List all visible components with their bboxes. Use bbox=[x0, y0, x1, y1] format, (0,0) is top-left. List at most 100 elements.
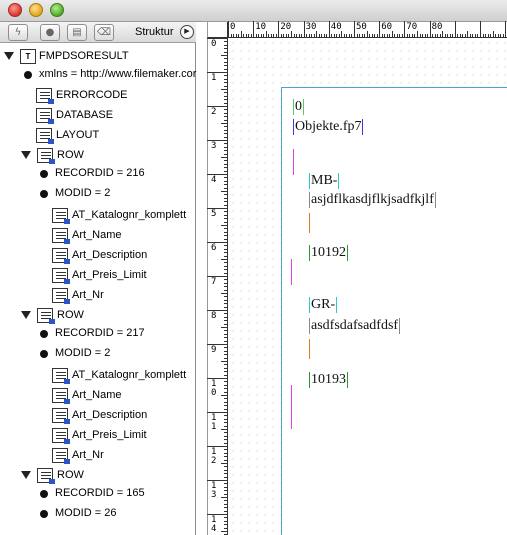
tree-node-xmlns-http-www-filemaker-cor-1[interactable]: xmlns = http://www.filemaker.cor bbox=[0, 67, 196, 83]
ruler-tick bbox=[224, 221, 227, 223]
tag-marker bbox=[291, 259, 292, 285]
ruler-tick bbox=[224, 112, 227, 114]
ruler-tick bbox=[224, 459, 227, 461]
ruler-tick bbox=[434, 34, 436, 37]
tree-node-art-description-18[interactable]: Art_Description bbox=[0, 408, 196, 424]
ruler-tick bbox=[224, 235, 227, 237]
tree-node-art-name-9[interactable]: Art_Name bbox=[0, 228, 196, 244]
ruler-label: 5 bbox=[211, 209, 217, 219]
disclosure-triangle-icon[interactable] bbox=[4, 52, 14, 60]
ruler-tick bbox=[221, 191, 227, 192]
ruler-tick bbox=[268, 34, 270, 37]
tree-node-at-katalognr-komplett-16[interactable]: AT_Katalognr_komplett bbox=[0, 368, 196, 384]
tree-node-modid-26-23[interactable]: MODID = 26 bbox=[0, 506, 196, 522]
layout-canvas[interactable]: 0 Objekte.fp7 MB-asjdflkasdjflkjsadfkjlf 10… bbox=[229, 39, 507, 535]
tree-node-art-preis-limit-11[interactable]: Art_Preis_Limit bbox=[0, 268, 196, 284]
ruler-tick bbox=[240, 31, 242, 37]
ruler-tick bbox=[411, 34, 413, 37]
ruler-tick bbox=[243, 34, 245, 37]
disclosure-triangle-icon[interactable] bbox=[21, 311, 31, 319]
ruler-tick bbox=[485, 34, 487, 37]
new-node-icon[interactable]: ▤ bbox=[67, 24, 87, 41]
disclosure-triangle-icon[interactable] bbox=[21, 151, 31, 159]
panel-menu-button[interactable]: ▶ bbox=[180, 25, 194, 39]
ruler-label: 8 bbox=[211, 311, 217, 321]
ruler-tick bbox=[224, 82, 227, 84]
tree-node-row-5[interactable]: ROW bbox=[0, 148, 196, 164]
ruler-label: 9 bbox=[211, 345, 217, 355]
zoom-window-button[interactable] bbox=[50, 3, 64, 17]
ruler-tick bbox=[429, 21, 431, 37]
document-text-line[interactable]: asjdflkasdjflkjsadfkjlf bbox=[309, 192, 436, 208]
document-text-line[interactable]: asdfsdafsadfdsf bbox=[309, 318, 401, 334]
document-text-line[interactable]: 10193 bbox=[309, 372, 348, 388]
xml-element-icon bbox=[52, 228, 70, 244]
tree-node-recordid-165-22[interactable]: RECORDID = 165 bbox=[0, 486, 196, 502]
record-icon[interactable]: ● bbox=[40, 24, 60, 41]
ruler-tick bbox=[224, 313, 227, 315]
document-text-line[interactable]: 10192 bbox=[309, 245, 348, 261]
tree-node-modid-2-7[interactable]: MODID = 2 bbox=[0, 186, 196, 202]
tree-node-at-katalognr-komplett-8[interactable]: AT_Katalognr_komplett bbox=[0, 208, 196, 224]
tree-node-layout-4[interactable]: LAYOUT bbox=[0, 128, 196, 144]
tree-node-art-nr-12[interactable]: Art_Nr bbox=[0, 288, 196, 304]
ruler-tick bbox=[224, 133, 227, 135]
ruler-tick bbox=[224, 95, 227, 97]
tree-node-art-description-10[interactable]: Art_Description bbox=[0, 248, 196, 264]
ruler-tick bbox=[224, 388, 227, 390]
ruler-tick bbox=[224, 401, 227, 403]
document-text-line[interactable]: MB- bbox=[309, 173, 340, 189]
ruler-tick bbox=[207, 208, 227, 209]
trash-icon[interactable]: ⌫ bbox=[94, 24, 114, 41]
ruler-tick bbox=[224, 41, 227, 43]
tree-node-art-nr-20[interactable]: Art_Nr bbox=[0, 448, 196, 464]
minimize-window-button[interactable] bbox=[29, 3, 43, 17]
tree-node-row-13[interactable]: ROW bbox=[0, 308, 196, 324]
ruler-tick bbox=[224, 435, 227, 437]
tree-node-modid-2-15[interactable]: MODID = 2 bbox=[0, 346, 196, 362]
ruler-tick bbox=[207, 310, 227, 311]
ruler-tick bbox=[224, 68, 227, 70]
tree-node-row-21[interactable]: ROW bbox=[0, 468, 196, 484]
ruler-tick bbox=[224, 218, 227, 220]
ruler-tick bbox=[224, 476, 227, 478]
ruler-tick bbox=[452, 34, 454, 37]
ruler-tick bbox=[343, 34, 345, 37]
disclosure-triangle-icon[interactable] bbox=[21, 471, 31, 479]
ruler-tick bbox=[449, 34, 451, 37]
vertical-ruler: 0 1 2 3 4 5 6 7 8 9 10 11 12 13 14 bbox=[207, 38, 228, 535]
tree-node-recordid-217-14[interactable]: RECORDID = 217 bbox=[0, 326, 196, 342]
ruler-tick bbox=[224, 214, 227, 216]
tree-node-recordid-216-6[interactable]: RECORDID = 216 bbox=[0, 166, 196, 182]
tree-node-errorcode-2[interactable]: ERRORCODE bbox=[0, 88, 196, 104]
ruler-tick bbox=[224, 255, 227, 257]
ruler-tick bbox=[228, 21, 229, 37]
lightning-icon[interactable]: ϟ bbox=[8, 24, 28, 41]
ruler-tick bbox=[224, 384, 227, 386]
tree-node-database-3[interactable]: DATABASE bbox=[0, 108, 196, 124]
tree-node-art-preis-limit-19[interactable]: Art_Preis_Limit bbox=[0, 428, 196, 444]
ruler-tick bbox=[224, 143, 227, 145]
ruler-tick bbox=[224, 245, 227, 247]
structure-toolbar: ϟ ● ▤ ⌫ Struktur ▶ bbox=[0, 22, 196, 43]
ruler-tick bbox=[224, 194, 227, 196]
ruler-tick bbox=[439, 34, 441, 37]
ruler-tick bbox=[224, 391, 227, 393]
ruler-tick bbox=[457, 34, 459, 37]
ruler-tick bbox=[351, 34, 353, 37]
ruler-tick bbox=[224, 469, 227, 471]
tree-node-art-name-17[interactable]: Art_Name bbox=[0, 388, 196, 404]
ruler-tick bbox=[482, 34, 484, 37]
tag-marker bbox=[293, 149, 294, 175]
tree-node-label: AT_Katalognr_komplett bbox=[72, 369, 187, 381]
document-text-line[interactable]: 0 bbox=[293, 99, 304, 115]
ruler-tick bbox=[224, 299, 227, 301]
document-text-line[interactable]: Objekte.fp7 bbox=[293, 119, 364, 135]
ruler-tick bbox=[224, 306, 227, 308]
tree-node-fmpdsoresult-0[interactable]: T FMPDSORESULT bbox=[0, 49, 196, 65]
xml-element-icon bbox=[52, 448, 70, 464]
close-window-button[interactable] bbox=[8, 3, 22, 17]
ruler-tick bbox=[224, 269, 227, 271]
ruler-tick bbox=[224, 177, 227, 179]
document-text-line[interactable]: GR- bbox=[309, 297, 338, 313]
